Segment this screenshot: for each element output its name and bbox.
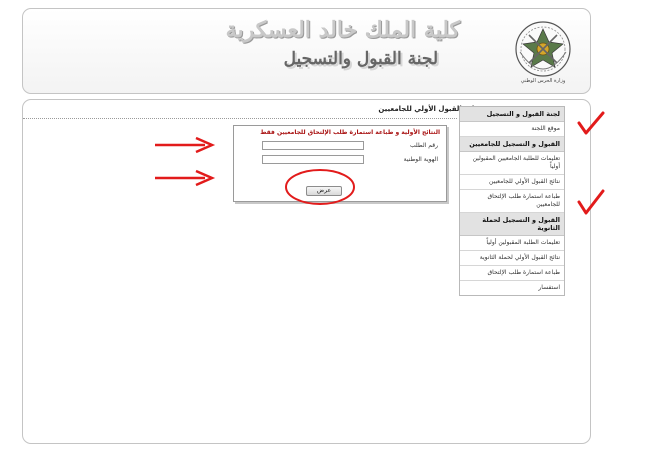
- show-results-button[interactable]: عرض: [306, 186, 342, 196]
- application-number-input[interactable]: [262, 141, 364, 150]
- sidebar-item-secondary-instructions[interactable]: تعليمات الطلبة المقبولين أولياً: [460, 236, 564, 251]
- national-id-label: الهوية الوطنية: [403, 156, 438, 163]
- national-guard-emblem: وزارة الحرس الوطني: [515, 21, 571, 84]
- college-title: كلية الملك خالد العسكرية: [225, 17, 460, 43]
- sidebar-item-graduate-instructions[interactable]: تعليمات للطلبة الجامعيين المقبولين أوليا…: [460, 152, 564, 175]
- results-form: النتائج الأولية و طباعة استمارة طلب الإل…: [233, 125, 447, 202]
- main-panel: نتائج القبول الأولي للجامعيين النتائج ال…: [22, 99, 591, 444]
- emblem-caption: وزارة الحرس الوطني: [521, 78, 566, 84]
- sidebar-item-secondary-results[interactable]: نتائج القبول الأولي لحملة الثانوية: [460, 251, 564, 266]
- site-header: كلية الملك خالد العسكرية لجنة القبول وال…: [22, 8, 591, 94]
- sidebar-group-secondary: القبول و التسجيل لحملة الثانوية: [460, 213, 564, 236]
- sidebar-item-inquiry[interactable]: استفسار: [460, 281, 564, 295]
- sidebar-group-graduates: القبول و التسجيل للجامعيين: [460, 137, 564, 152]
- application-number-label: رقم الطلب: [410, 142, 438, 149]
- sidebar-menu: لجنة القبول و التسجيل موقع اللجنة القبول…: [459, 106, 565, 296]
- sidebar-group-committee: لجنة القبول و التسجيل: [460, 107, 564, 122]
- title-divider: [23, 118, 457, 119]
- sidebar-item-graduate-results[interactable]: نتائج القبول الأولي للجامعيين: [460, 175, 564, 190]
- form-notice: النتائج الأولية و طباعة استمارة طلب الإل…: [260, 129, 440, 136]
- national-id-input[interactable]: [262, 155, 364, 164]
- committee-subtitle: لجنة القبول والتسجيل: [283, 49, 438, 69]
- sidebar-item-committee-site[interactable]: موقع اللجنة: [460, 122, 564, 137]
- sidebar-item-secondary-application-print[interactable]: طباعة استمارة طلب الإلتحاق: [460, 266, 564, 281]
- sidebar-item-graduate-application-print[interactable]: طباعة استمارة طلب الإلتحاق للجامعيين: [460, 190, 564, 213]
